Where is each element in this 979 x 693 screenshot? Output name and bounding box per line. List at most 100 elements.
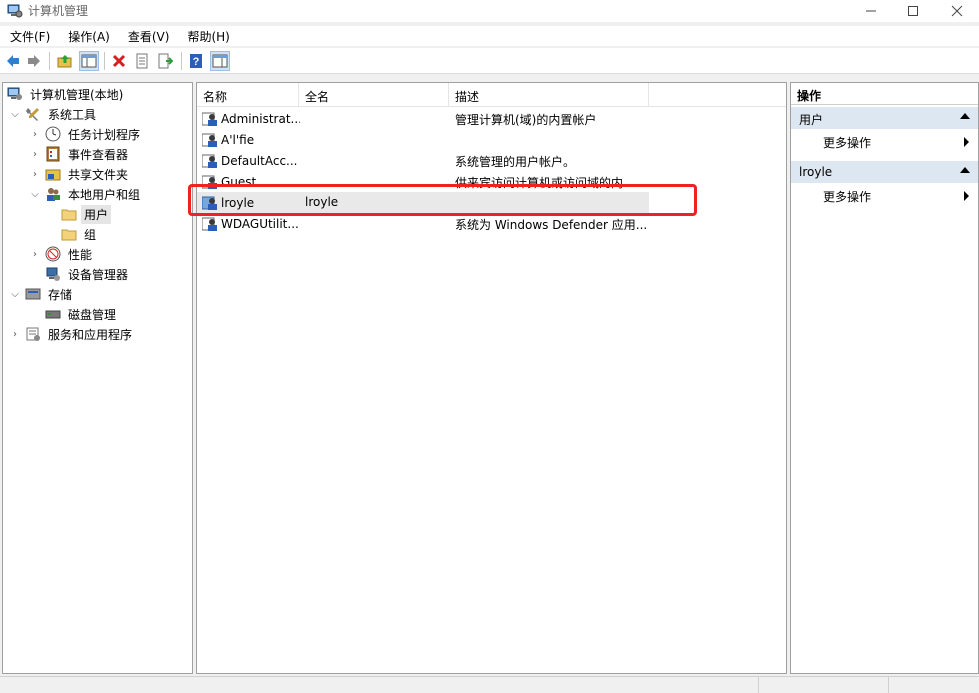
user-description: 系统管理的用户帐户。 [455, 155, 576, 169]
column-header-name[interactable]: 名称 [197, 83, 299, 107]
up-one-level-button[interactable] [55, 51, 75, 71]
help-button[interactable]: ? [186, 51, 206, 71]
delete-icon [112, 54, 126, 68]
tree-label: 事件查看器 [68, 147, 129, 162]
tree-item-root[interactable]: 计算机管理(本地) [7, 84, 126, 104]
actions-section-lroyle[interactable]: lroyle [791, 161, 978, 183]
show-hide-tree-button[interactable] [79, 51, 99, 71]
tree-label: 本地用户和组 [68, 187, 141, 202]
table-row[interactable]: DefaultAcc... 系统管理的用户帐户。 [197, 150, 649, 171]
menu-help[interactable]: 帮助(H) [177, 26, 237, 46]
user-icon [202, 154, 217, 168]
folder-icon [61, 229, 77, 241]
submenu-arrow-icon [964, 191, 969, 201]
chevron-down-icon[interactable]: ⌵ [9, 288, 21, 300]
user-name: A'l'fie [221, 133, 255, 147]
tree-item-shared-folders[interactable]: › 共享文件夹 [29, 164, 131, 184]
status-segment [758, 677, 759, 693]
more-actions-label: 更多操作 [823, 136, 872, 150]
tree-item-local-users-groups[interactable]: ⌵ 本地用户和组 [29, 184, 143, 204]
tree-item-groups[interactable]: 组 [61, 224, 99, 244]
user-name: WDAGUtilit... [221, 217, 299, 231]
tree-item-system-tools[interactable]: ⌵ 系统工具 [9, 104, 99, 124]
export-list-button[interactable] [155, 51, 175, 71]
chevron-down-icon[interactable]: ⌵ [29, 188, 41, 200]
disk-icon [45, 310, 61, 319]
chevron-down-icon[interactable]: ⌵ [9, 108, 21, 120]
collapse-icon[interactable] [960, 167, 970, 173]
menu-bar: 文件(F) 操作(A) 查看(V) 帮助(H) [0, 26, 979, 46]
shared-folder-icon [45, 169, 61, 181]
view-pane-icon [212, 54, 228, 68]
forward-icon [28, 55, 40, 67]
chevron-right-icon[interactable]: › [9, 328, 21, 340]
tree-item-storage[interactable]: ⌵ 存储 [9, 284, 75, 304]
menu-view[interactable]: 查看(V) [118, 26, 178, 46]
performance-icon [45, 246, 61, 262]
menu-action[interactable]: 操作(A) [58, 26, 118, 46]
actions-pane: 操作 用户 更多操作 lroyle 更多操作 [790, 82, 979, 674]
tree-label: 系统工具 [48, 107, 97, 122]
tree-label: 共享文件夹 [68, 167, 129, 182]
show-hide-action-pane-button[interactable] [210, 51, 230, 71]
forward-button[interactable] [24, 51, 44, 71]
user-description: 管理计算机(域)的内置帐户 [455, 113, 597, 127]
actions-section-users[interactable]: 用户 [791, 107, 978, 129]
minimize-icon [866, 10, 876, 12]
users-group-icon [47, 188, 60, 201]
table-row[interactable]: Administrat... 管理计算机(域)的内置帐户 [197, 108, 649, 129]
clock-icon [45, 126, 61, 142]
status-bar [0, 676, 979, 693]
folder-icon [61, 209, 77, 221]
menu-file[interactable]: 文件(F) [0, 26, 58, 46]
more-actions-lroyle[interactable]: 更多操作 [823, 185, 973, 205]
tree-item-task-scheduler[interactable]: › 任务计划程序 [29, 124, 143, 144]
tree-item-performance[interactable]: › 性能 [29, 244, 95, 264]
more-actions-label: 更多操作 [823, 190, 872, 204]
device-manager-icon [46, 267, 60, 281]
highlight-box [188, 184, 697, 216]
up-folder-icon [57, 55, 72, 68]
tree-item-disk-management[interactable]: 磁盘管理 [45, 304, 119, 324]
tree-label: 存储 [48, 287, 73, 302]
toolbar-separator [104, 52, 105, 70]
tree-label: 组 [84, 227, 97, 242]
user-list-pane[interactable]: 名称 全名 描述 Administrat... 管理计算机(域)的内置帐户 A'… [196, 82, 787, 674]
back-button[interactable] [3, 51, 23, 71]
title-bar: 计算机管理 [0, 0, 979, 22]
minimize-button[interactable] [848, 0, 894, 22]
tree-label: 设备管理器 [68, 267, 129, 282]
more-actions-users[interactable]: 更多操作 [823, 131, 973, 151]
tree-item-event-viewer[interactable]: › 事件查看器 [29, 144, 131, 164]
user-name: DefaultAcc... [221, 154, 298, 168]
toolbar-separator [181, 52, 182, 70]
tree-label: 性能 [68, 247, 93, 262]
collapse-icon[interactable] [960, 113, 970, 119]
submenu-arrow-icon [964, 137, 969, 147]
maximize-icon [908, 6, 918, 16]
status-segment [888, 677, 889, 693]
user-icon [202, 133, 217, 147]
delete-button[interactable] [109, 51, 129, 71]
maximize-button[interactable] [890, 0, 936, 22]
user-name: Administrat... [221, 112, 300, 126]
chevron-right-icon[interactable]: › [29, 128, 41, 140]
list-header: 名称 全名 描述 [197, 83, 786, 107]
chevron-right-icon[interactable]: › [29, 148, 41, 160]
table-row[interactable]: WDAGUtilit... 系统为 Windows Defender 应用... [197, 213, 649, 234]
column-header-fullname[interactable]: 全名 [299, 83, 449, 107]
chevron-right-icon[interactable]: › [29, 248, 41, 260]
properties-button[interactable] [132, 51, 152, 71]
toolbar: ? [0, 48, 979, 74]
tree-item-services-apps[interactable]: › 服务和应用程序 [9, 324, 135, 344]
console-tree[interactable]: 计算机管理(本地) ⌵ 系统工具 › 任务计划程序 › 事件查看器 › 共享文件… [2, 82, 193, 674]
chevron-right-icon[interactable]: › [29, 168, 41, 180]
export-list-icon [158, 53, 173, 69]
tree-item-device-manager[interactable]: 设备管理器 [45, 264, 131, 284]
close-button[interactable] [934, 0, 979, 22]
tree-label: 磁盘管理 [68, 307, 117, 322]
column-header-description[interactable]: 描述 [449, 83, 649, 107]
tree-item-users[interactable]: 用户 [61, 204, 112, 224]
tree-label: 任务计划程序 [68, 127, 141, 142]
table-row[interactable]: A'l'fie [197, 129, 649, 150]
